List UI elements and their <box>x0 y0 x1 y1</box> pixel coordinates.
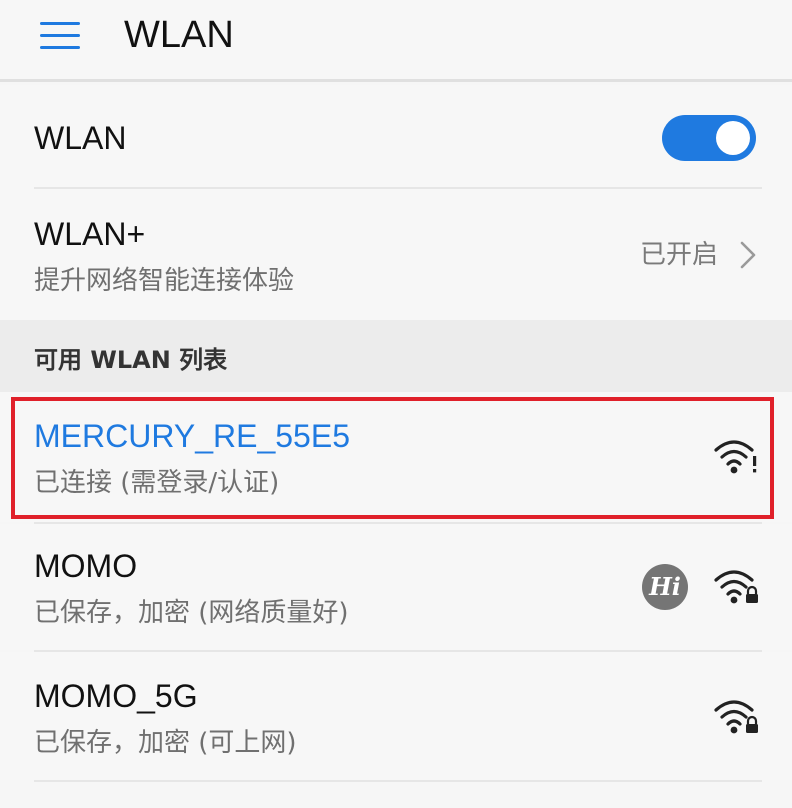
wifi-locked-icon <box>714 700 758 734</box>
hi-badge-icon: Hi <box>642 564 688 610</box>
network-item-momo-5g[interactable] <box>0 652 792 780</box>
wifi-locked-icon <box>714 570 758 604</box>
toggle-knob <box>716 121 750 155</box>
network-status: 已保存，加密 (网络质量好) <box>34 598 349 628</box>
chevron-right-icon[interactable] <box>736 240 760 270</box>
page-title: WLAN <box>124 14 234 56</box>
hamburger-menu-icon[interactable] <box>40 22 80 50</box>
wlan-toggle-switch[interactable] <box>662 115 756 161</box>
network-name: MOMO <box>34 548 138 584</box>
wlan-plus-status: 已开启 <box>640 240 719 270</box>
network-name: MERCURY_RE_55E5 <box>34 418 350 454</box>
app-header: WLAN <box>0 0 792 82</box>
wlan-toggle-label: WLAN <box>34 120 127 156</box>
wlan-plus-subtitle: 提升网络智能连接体验 <box>34 266 295 296</box>
network-name: MOMO_5G <box>34 678 198 714</box>
network-status: 已保存，加密 (可上网) <box>34 728 297 758</box>
wifi-warning-icon <box>714 440 757 474</box>
divider <box>34 780 762 782</box>
available-networks-label: 可用 WLAN 列表 <box>34 346 228 374</box>
network-status: 已连接 (需登录/认证) <box>34 468 280 498</box>
wlan-plus-title: WLAN+ <box>34 216 146 252</box>
network-item-mercury[interactable] <box>0 392 792 522</box>
